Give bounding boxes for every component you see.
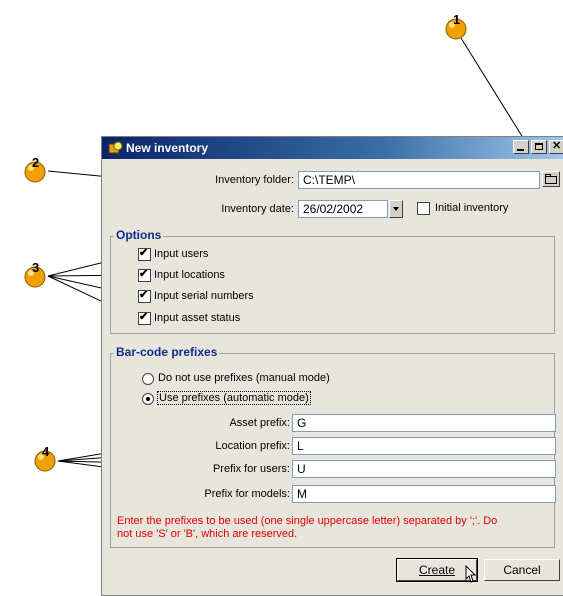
cancel-button[interactable]: Cancel [484, 559, 560, 581]
initial-inventory-label: Initial inventory [435, 202, 509, 214]
inventory-date-input[interactable]: 26/02/2002 [298, 200, 388, 218]
users-prefix-input[interactable]: U [292, 460, 556, 478]
prefix-hint-line-1: Enter the prefixes to be used (one singl… [117, 515, 498, 527]
asset-prefix-label: Asset prefix: [229, 417, 290, 429]
models-prefix-input[interactable]: M [292, 485, 556, 503]
input-users-checkbox[interactable] [138, 246, 151, 261]
initial-inventory-checkbox[interactable] [417, 202, 430, 215]
maximize-button[interactable] [531, 140, 547, 154]
callout-marker-4: 4 [32, 444, 58, 474]
date-dropdown-button[interactable] [389, 200, 403, 218]
minimize-button[interactable] [513, 140, 529, 154]
close-button[interactable] [549, 139, 563, 154]
inventory-date-label: Inventory date: [221, 203, 294, 215]
options-title: Options [114, 228, 164, 242]
prefix-hint-line-2: not use 'S' or 'B', which are reserved. [117, 528, 298, 540]
inventory-folder-label: Inventory folder: [215, 174, 294, 186]
input-users-label: Input users [154, 248, 209, 260]
callout-marker-1: 1 [443, 12, 469, 42]
inventory-folder-input[interactable]: C:\TEMP\ [298, 171, 540, 189]
use-prefix-label: Use prefixes (automatic mode) [157, 391, 311, 405]
window-title: New inventory [126, 141, 209, 155]
no-prefix-label: Do not use prefixes (manual mode) [158, 372, 330, 384]
input-locations-checkbox[interactable] [138, 267, 151, 282]
inventory-app-icon [108, 141, 123, 154]
callout-marker-3: 3 [22, 260, 48, 290]
models-prefix-label: Prefix for models: [204, 488, 290, 500]
input-serial-numbers-label: Input serial numbers [154, 290, 254, 302]
location-prefix-label: Location prefix: [215, 440, 290, 452]
no-prefix-radio[interactable] [142, 373, 154, 385]
barcode-prefixes-title: Bar-code prefixes [114, 345, 220, 359]
browse-folder-button[interactable] [542, 171, 560, 187]
users-prefix-label: Prefix for users: [212, 463, 290, 475]
use-prefix-radio[interactable] [142, 393, 154, 405]
title-bar: New inventory [102, 137, 563, 159]
asset-prefix-input[interactable]: G [292, 414, 556, 432]
input-asset-status-label: Input asset status [154, 312, 241, 324]
folder-icon [545, 174, 557, 184]
input-serial-numbers-checkbox[interactable] [138, 288, 151, 303]
callout-marker-2: 2 [22, 155, 48, 185]
mouse-cursor-icon [465, 565, 477, 583]
location-prefix-input[interactable]: L [292, 437, 556, 455]
input-asset-status-checkbox[interactable] [138, 310, 151, 325]
input-locations-label: Input locations [154, 269, 225, 281]
